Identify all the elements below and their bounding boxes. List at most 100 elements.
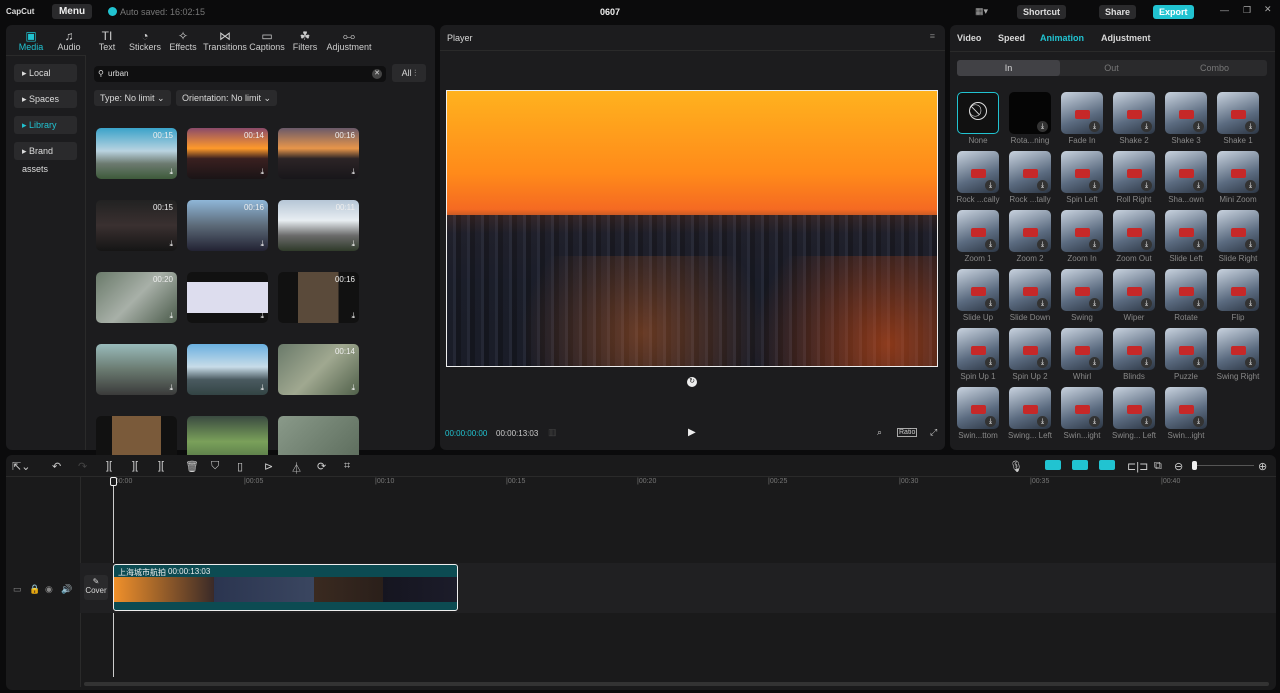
download-icon[interactable]: ⤓ — [1193, 121, 1204, 132]
animation-item[interactable]: ⤓ — [1009, 210, 1051, 252]
animation-item[interactable]: ⤓ — [1217, 151, 1259, 193]
sidebar-item-spaces[interactable]: ▸ Spaces — [14, 90, 77, 108]
animation-item[interactable]: ⤓ — [1061, 151, 1103, 193]
filter-all-button[interactable]: All ⫶ — [392, 64, 426, 82]
animation-item[interactable]: ⤓ — [1165, 210, 1207, 252]
sidebar-item-library[interactable]: ▸ Library — [14, 116, 77, 134]
animation-item[interactable]: ⤓ — [957, 151, 999, 193]
clear-icon[interactable]: ✕ — [372, 69, 382, 79]
ratio-button[interactable]: Ratio — [897, 428, 918, 437]
library-video-thumbnail[interactable]: 00:16 ⤓ — [278, 272, 359, 323]
download-icon[interactable]: ⤓ — [260, 311, 264, 321]
zoom-fit-icon[interactable]: ⌕ — [877, 427, 882, 438]
download-icon[interactable]: ⤓ — [985, 416, 996, 427]
animation-item[interactable]: ⤓ — [1165, 151, 1207, 193]
close-icon[interactable]: ✕ — [1264, 4, 1272, 15]
tab-video[interactable]: Video — [957, 33, 981, 43]
download-icon[interactable]: ⤓ — [985, 298, 996, 309]
download-icon[interactable]: ⤓ — [169, 167, 173, 177]
animation-item[interactable]: ⤓ — [1061, 269, 1103, 311]
download-icon[interactable]: ⤓ — [1037, 298, 1048, 309]
mute-icon[interactable]: 🔊 — [61, 584, 72, 595]
download-icon[interactable]: ⤓ — [1089, 180, 1100, 191]
download-icon[interactable]: ⤓ — [1089, 239, 1100, 250]
video-preview[interactable] — [446, 90, 938, 367]
download-icon[interactable]: ⤓ — [1141, 416, 1152, 427]
lock-icon[interactable]: 🔒 — [29, 584, 40, 595]
download-icon[interactable]: ⤓ — [1141, 121, 1152, 132]
zoom-slider[interactable] — [1192, 461, 1254, 470]
tab-captions[interactable]: ▭ Captions — [248, 27, 286, 52]
animation-item[interactable]: ⤓ — [1009, 387, 1051, 429]
download-icon[interactable]: ⤓ — [1141, 180, 1152, 191]
tab-transitions[interactable]: ⋈ Transitions — [202, 27, 248, 52]
animation-item[interactable]: ⤓ — [1113, 151, 1155, 193]
animation-item[interactable]: ⤓ — [1217, 328, 1259, 370]
tab-stickers[interactable]: ◔ Stickers — [126, 27, 164, 52]
tab-audio[interactable]: ♫ Audio — [50, 27, 88, 52]
minimize-icon[interactable]: — — [1220, 5, 1229, 15]
library-video-thumbnail[interactable]: ⤓ — [96, 344, 177, 395]
animation-item[interactable]: ⤓ — [1009, 92, 1051, 134]
animation-item[interactable]: ⤓ — [1061, 328, 1103, 370]
download-icon[interactable]: ⤓ — [1245, 298, 1256, 309]
timecode-icon[interactable]: ▥ — [548, 427, 557, 438]
animation-item[interactable]: ⤓ — [1165, 269, 1207, 311]
animation-item[interactable]: ⃠ — [957, 92, 999, 134]
visibility-icon[interactable]: ◉ — [45, 584, 53, 595]
download-icon[interactable]: ⤓ — [260, 167, 264, 177]
sidebar-item-local[interactable]: ▸ Local — [14, 64, 77, 82]
download-icon[interactable]: ⤓ — [1089, 357, 1100, 368]
freeze-icon[interactable]: ▯ — [237, 460, 243, 473]
redo-icon[interactable]: ↷ — [78, 460, 87, 473]
type-filter-dropdown[interactable]: Type: No limit ⌄ — [94, 90, 171, 106]
split-right-icon[interactable]: ][ — [158, 460, 164, 472]
share-button[interactable]: Share — [1099, 5, 1137, 19]
download-icon[interactable]: ⤓ — [351, 383, 355, 393]
animation-item[interactable]: ⤓ — [1165, 328, 1207, 370]
export-button[interactable]: Export — [1153, 5, 1194, 19]
subtab-in[interactable]: In — [957, 60, 1060, 76]
download-icon[interactable]: ⤓ — [169, 311, 173, 321]
download-icon[interactable]: ⤓ — [260, 239, 264, 249]
marker-icon[interactable]: ⛉ — [211, 460, 219, 473]
tab-effects[interactable]: ✧ Effects — [164, 27, 202, 52]
library-video-thumbnail[interactable]: ⤓ — [187, 272, 268, 323]
animation-item[interactable]: ⤓ — [1061, 210, 1103, 252]
animation-item[interactable]: ⤓ — [1113, 210, 1155, 252]
library-video-thumbnail[interactable]: 00:15 ⤓ — [96, 128, 177, 179]
download-icon[interactable]: ⤓ — [351, 239, 355, 249]
zoom-in-icon[interactable]: ⊕ — [1258, 460, 1267, 473]
download-icon[interactable]: ⤓ — [351, 311, 355, 321]
animation-item[interactable]: ⤓ — [1113, 387, 1155, 429]
animation-item[interactable]: ⤓ — [1009, 328, 1051, 370]
download-icon[interactable]: ⤓ — [1089, 416, 1100, 427]
tab-animation[interactable]: Animation — [1040, 33, 1084, 43]
mirror-icon[interactable]: ⏃ — [291, 460, 302, 476]
animation-item[interactable]: ⤓ — [1113, 328, 1155, 370]
download-icon[interactable]: ⤓ — [985, 239, 996, 250]
tab-filters[interactable]: ☘ Filters — [286, 27, 324, 52]
download-icon[interactable]: ⤓ — [169, 383, 173, 393]
library-video-thumbnail[interactable]: 00:16 ⤓ — [187, 200, 268, 251]
animation-item[interactable]: ⤓ — [1165, 92, 1207, 134]
tab-text[interactable]: TI Text — [88, 27, 126, 52]
tab-media[interactable]: ▣ Media — [12, 27, 50, 52]
track-type-icon[interactable]: ▭ — [13, 584, 22, 595]
animation-item[interactable]: ⤓ — [957, 269, 999, 311]
download-icon[interactable]: ⤓ — [1037, 239, 1048, 250]
search-input[interactable]: ⚲ urban ✕ — [94, 66, 386, 82]
tab-adjustment[interactable]: ⧟ Adjustment — [324, 27, 374, 52]
download-icon[interactable]: ⤓ — [1037, 357, 1048, 368]
animation-item[interactable]: ⤓ — [1217, 269, 1259, 311]
animation-item[interactable]: ⤓ — [1113, 269, 1155, 311]
download-icon[interactable]: ⤓ — [1089, 298, 1100, 309]
library-video-thumbnail[interactable]: 00:16 ⤓ — [278, 128, 359, 179]
library-video-thumbnail[interactable]: 00:14 ⤓ — [187, 128, 268, 179]
library-video-thumbnail[interactable]: 00:15 ⤓ — [96, 200, 177, 251]
timeline-scrollbar[interactable] — [84, 682, 1269, 686]
download-icon[interactable]: ⤓ — [1037, 180, 1048, 191]
delete-icon[interactable]: 🗑 — [185, 460, 199, 473]
orientation-filter-dropdown[interactable]: Orientation: No limit ⌄ — [176, 90, 278, 106]
zoom-out-icon[interactable]: ⊖ — [1174, 460, 1183, 473]
